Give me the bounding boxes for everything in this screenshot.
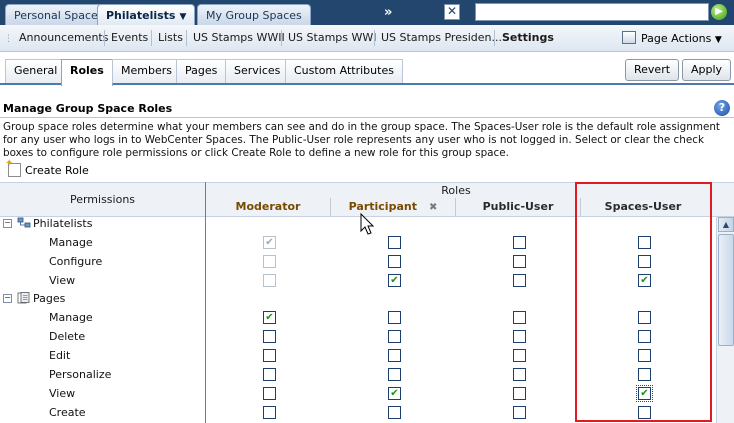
page-link-announcements[interactable]: Announcements <box>19 31 108 44</box>
tab-members[interactable]: Members <box>112 59 181 83</box>
page-navigation-bar: ⋮ Announcements Events Lists US Stamps W… <box>0 25 734 52</box>
chevron-down-icon: ▼ <box>714 35 722 45</box>
tab-label: My Group Spaces <box>206 9 302 22</box>
checkbox-participant[interactable] <box>388 236 401 249</box>
group-space-icon <box>17 217 31 228</box>
checkbox-moderator[interactable]: ✔ <box>263 236 276 249</box>
divider <box>186 30 187 46</box>
checkbox-participant[interactable] <box>388 368 401 381</box>
tab-custom-attributes[interactable]: Custom Attributes <box>285 59 403 83</box>
divider <box>494 30 495 46</box>
permission-label: Configure <box>49 255 103 268</box>
close-icon[interactable]: ✕ <box>444 4 460 20</box>
checkbox-public-user[interactable] <box>513 236 526 249</box>
help-icon[interactable]: ? <box>714 100 730 116</box>
page-link-settings[interactable]: Settings <box>502 31 554 44</box>
checkbox-moderator[interactable] <box>263 274 276 287</box>
search-go-icon[interactable]: ▶ <box>711 4 727 20</box>
scrollbar-thumb[interactable] <box>718 234 734 346</box>
checkbox-moderator[interactable] <box>263 349 276 362</box>
checkbox-participant[interactable] <box>388 311 401 324</box>
page-actions-icon <box>622 31 636 44</box>
page-link-lists[interactable]: Lists <box>158 31 183 44</box>
tab-pages[interactable]: Pages <box>176 59 227 83</box>
checkbox-moderator[interactable] <box>263 330 276 343</box>
divider <box>281 30 282 46</box>
create-role-icon <box>5 158 21 177</box>
checkbox-public-user[interactable] <box>513 406 526 419</box>
permission-label: Edit <box>49 349 71 362</box>
permission-label: View <box>49 274 76 287</box>
divider <box>374 30 375 46</box>
permission-label: Manage <box>49 236 93 249</box>
checkbox-public-user[interactable] <box>513 387 526 400</box>
create-role-link[interactable]: Create Role <box>5 158 89 177</box>
grip-icon: ⋮ <box>4 34 13 44</box>
divider <box>104 30 105 46</box>
group-space-tab-bar: Personal Space Philatelists ▼ My Group Sp… <box>0 0 734 26</box>
tab-philatelists[interactable]: Philatelists ▼ <box>97 4 196 26</box>
page-link-events[interactable]: Events <box>111 31 148 44</box>
group-label: Philatelists <box>33 217 93 230</box>
spaces-user-highlight <box>575 182 712 422</box>
chevron-down-icon[interactable]: ▼ <box>179 12 186 22</box>
checkbox-public-user[interactable] <box>513 368 526 381</box>
checkbox-moderator[interactable] <box>263 368 276 381</box>
apply-button[interactable]: Apply <box>682 59 732 81</box>
settings-tabs: General Roles Members Pages Services Cus… <box>0 55 734 86</box>
permission-label: View <box>49 387 76 400</box>
page-link-us-stamps-wwi[interactable]: US Stamps WWI <box>288 31 377 44</box>
pages-icon <box>17 292 30 304</box>
group-label: Pages <box>33 292 66 305</box>
tab-general[interactable]: General <box>5 59 67 83</box>
collapse-icon[interactable]: − <box>3 294 12 303</box>
section-title: Manage Group Space Roles <box>3 102 173 115</box>
tab-my-group-spaces[interactable]: My Group Spaces <box>197 4 311 25</box>
revert-button[interactable]: Revert <box>625 59 680 81</box>
checkbox-moderator[interactable] <box>263 387 276 400</box>
column-label: Public-User <box>482 200 554 213</box>
tab-services[interactable]: Services <box>225 59 290 83</box>
checkbox-participant[interactable] <box>388 255 401 268</box>
permissions-column-header: Permissions <box>69 193 136 206</box>
checkbox-public-user[interactable] <box>513 274 526 287</box>
column-label: Participant <box>348 200 417 213</box>
permission-label: Delete <box>49 330 86 343</box>
checkbox-public-user[interactable] <box>513 330 526 343</box>
checkbox-moderator[interactable]: ✔ <box>263 311 276 324</box>
scroll-up-icon[interactable]: ▲ <box>718 217 734 232</box>
page-link-us-stamps-wwii[interactable]: US Stamps WWII <box>193 31 285 44</box>
checkbox-participant[interactable] <box>388 349 401 362</box>
divider <box>151 30 152 46</box>
collapse-icon[interactable]: − <box>3 219 12 228</box>
page-actions-menu[interactable]: Page Actions ▼ <box>622 31 722 45</box>
search-input[interactable] <box>475 3 709 21</box>
column-label: Moderator <box>235 200 301 213</box>
checkbox-participant[interactable]: ✔ <box>388 387 401 400</box>
delete-role-icon[interactable]: ✖ <box>429 202 437 213</box>
checkbox-public-user[interactable] <box>513 311 526 324</box>
tab-label: Philatelists <box>106 9 176 22</box>
checkbox-public-user[interactable] <box>513 349 526 362</box>
checkbox-participant[interactable]: ✔ <box>388 274 401 287</box>
tab-roles[interactable]: Roles <box>61 59 113 86</box>
create-role-label: Create Role <box>25 164 89 177</box>
divider <box>0 117 734 118</box>
page-actions-label: Page Actions <box>641 32 712 45</box>
permission-label: Manage <box>49 311 93 324</box>
section-description: Group space roles determine what your me… <box>3 121 720 159</box>
page-link-us-stamps-presidents[interactable]: US Stamps Presiden... <box>381 31 502 44</box>
tab-personal-space[interactable]: Personal Space <box>5 4 107 25</box>
more-tabs-icon[interactable]: » <box>384 5 392 20</box>
checkbox-participant[interactable] <box>388 330 401 343</box>
mouse-cursor-icon <box>360 213 375 235</box>
checkbox-moderator[interactable] <box>263 255 276 268</box>
checkbox-public-user[interactable] <box>513 255 526 268</box>
vertical-scrollbar[interactable]: ▲ <box>716 217 734 423</box>
checkbox-participant[interactable] <box>388 406 401 419</box>
permission-label: Personalize <box>49 368 112 381</box>
permission-label: Create <box>49 406 86 419</box>
tab-label: Personal Space <box>14 9 98 22</box>
checkbox-moderator[interactable] <box>263 406 276 419</box>
